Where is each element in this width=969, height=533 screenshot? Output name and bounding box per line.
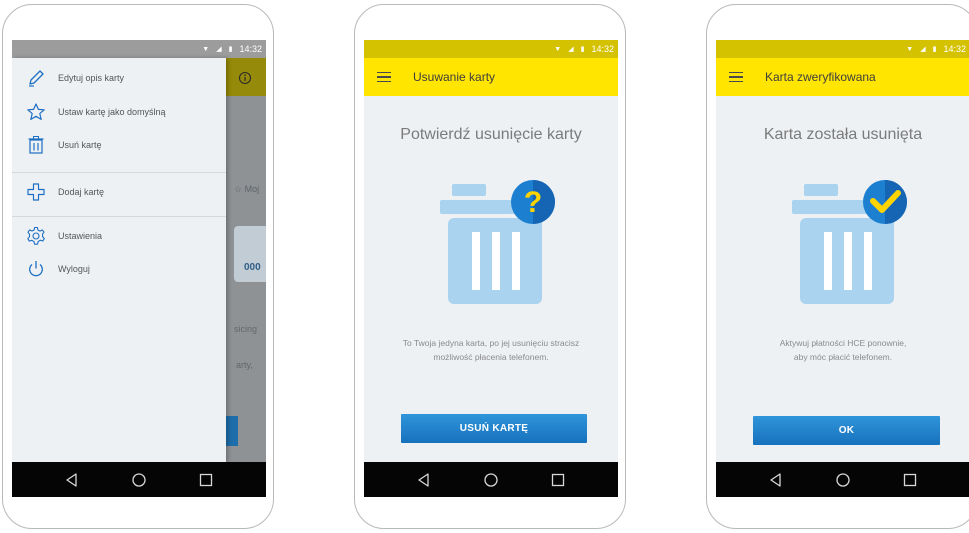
menu-item-label: Wyloguj — [58, 264, 90, 274]
menu-divider — [12, 216, 226, 217]
signal-icon: ◢ — [216, 46, 222, 53]
battery-icon: ▮ — [932, 46, 937, 53]
navigation-bar — [364, 462, 618, 497]
app-bar-title: Usuwanie karty — [413, 70, 496, 84]
back-icon[interactable] — [416, 472, 432, 488]
peek-card — [234, 226, 266, 282]
menu-item-label: Edytuj opis karty — [58, 73, 125, 83]
phone-confirm-delete: ▼ ◢ ▮ 14:32 Usuwanie karty Potwierdź usu… — [354, 4, 626, 529]
home-icon[interactable] — [131, 472, 147, 488]
info-icon[interactable] — [238, 71, 252, 85]
gear-icon — [27, 226, 45, 245]
battery-icon: ▮ — [228, 46, 233, 53]
menu-divider — [12, 172, 226, 173]
page-heading: Karta została usunięta — [763, 126, 923, 143]
navigation-bar — [12, 462, 266, 497]
status-bar: ▼ ◢ ▮ 14:32 — [12, 40, 266, 58]
app-bar: Karta zweryfikowana — [716, 58, 969, 96]
phone-card-deleted: ▼ ◢ ▮ 14:32 Karta zweryfikowana Karta zo… — [706, 4, 969, 529]
signal-icon: ◢ — [920, 46, 926, 53]
menu-item-label: Ustawienia — [58, 231, 103, 241]
status-time: 14:32 — [239, 44, 262, 54]
recents-icon[interactable] — [550, 472, 566, 488]
navigation-drawer: Edytuj opis karty Ustaw kartę jako domyś… — [12, 58, 226, 462]
phone-drawer: ▼ ◢ ▮ 14:32 ☆ Moj 000 sicing arty, Edytu… — [2, 4, 274, 529]
page-heading: Potwierdź usunięcie karty — [400, 126, 582, 143]
menu-item-logout[interactable]: Wyloguj — [12, 255, 226, 283]
power-icon — [29, 261, 43, 277]
status-time: 14:32 — [943, 44, 966, 54]
trash-icon — [28, 136, 44, 154]
star-icon — [27, 103, 45, 120]
screen: ▼ ◢ ▮ 14:32 Usuwanie karty Potwierdź usu… — [364, 40, 618, 497]
peek-tab-label: Moj — [244, 184, 260, 194]
status-bar: ▼ ◢ ▮ 14:32 — [364, 40, 618, 58]
trash-illustration — [792, 180, 907, 304]
home-icon[interactable] — [835, 472, 851, 488]
peek-tab: ☆ Moj — [234, 184, 260, 194]
message-line: aby móc płacić telefonem. — [793, 352, 893, 362]
battery-icon: ▮ — [580, 46, 585, 53]
hamburger-menu-icon[interactable] — [377, 71, 391, 83]
menu-item-label: Ustaw kartę jako domyślną — [58, 107, 166, 117]
delete-card-button[interactable]: USUŃ KARTĘ — [401, 414, 587, 443]
menu-item-edit[interactable]: Edytuj opis karty — [12, 64, 226, 92]
wifi-icon: ▼ — [906, 45, 914, 53]
peek-card-number: 000 — [244, 262, 261, 273]
message-line: Aktywuj płatności HCE ponownie, — [779, 338, 907, 348]
ok-button[interactable]: OK — [753, 416, 940, 445]
status-time: 14:32 — [591, 44, 614, 54]
status-bar: ▼ ◢ ▮ 14:32 — [716, 40, 969, 58]
peek-text-2: arty, — [236, 360, 253, 370]
message-line: możliwość płacenia telefonem. — [433, 352, 549, 362]
app-bar-title: Karta zweryfikowana — [765, 70, 876, 84]
menu-item-delete[interactable]: Usuń kartę — [12, 131, 226, 159]
trash-illustration: ? — [440, 180, 555, 304]
info-message: Aktywuj płatności HCE ponownie, aby móc … — [730, 336, 956, 364]
recents-icon[interactable] — [198, 472, 214, 488]
recents-icon[interactable] — [902, 472, 918, 488]
signal-icon: ◢ — [568, 46, 574, 53]
pencil-icon — [29, 70, 44, 87]
navigation-bar — [716, 462, 969, 497]
peek-button — [226, 416, 238, 446]
hamburger-menu-icon[interactable] — [729, 71, 743, 83]
plus-icon — [27, 183, 45, 201]
screen: ▼ ◢ ▮ 14:32 Karta zweryfikowana Karta zo… — [716, 40, 969, 497]
wifi-icon: ▼ — [202, 45, 210, 53]
screen: ▼ ◢ ▮ 14:32 ☆ Moj 000 sicing arty, Edytu… — [12, 40, 266, 497]
menu-item-settings[interactable]: Ustawienia — [12, 222, 226, 250]
home-icon[interactable] — [483, 472, 499, 488]
badge-mark: ? — [524, 186, 542, 219]
menu-item-default[interactable]: Ustaw kartę jako domyślną — [12, 98, 226, 126]
app-bar: Usuwanie karty — [364, 58, 618, 96]
menu-item-add-card[interactable]: Dodaj kartę — [12, 178, 226, 206]
peek-text-1: sicing — [234, 324, 258, 334]
wifi-icon: ▼ — [554, 45, 562, 53]
menu-item-label: Dodaj kartę — [58, 187, 105, 197]
back-icon[interactable] — [768, 472, 784, 488]
back-icon[interactable] — [64, 472, 80, 488]
info-message: To Twoja jedyna karta, po jej usunięciu … — [378, 336, 604, 364]
message-line: To Twoja jedyna karta, po jej usunięciu … — [402, 338, 580, 348]
menu-item-label: Usuń kartę — [58, 140, 102, 150]
